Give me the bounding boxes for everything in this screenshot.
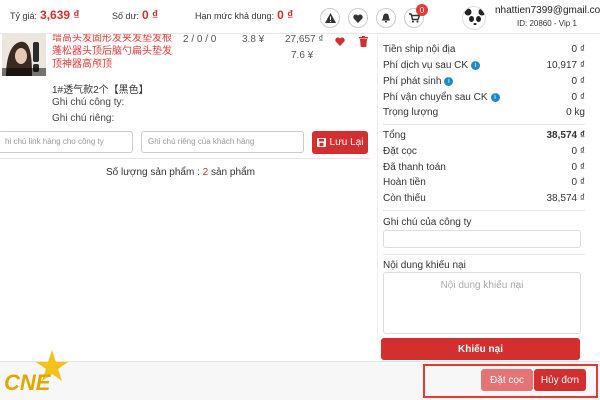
summary-total-row: Tổng 38,574 ₫: [383, 130, 585, 141]
summary-row: Phí phát sinh i 0 ₫: [383, 76, 585, 87]
avatar[interactable]: [462, 6, 486, 30]
floppy-disk-icon: [316, 138, 326, 147]
credit-limit: Hạn mức khả dụng: 0 ₫: [195, 8, 293, 22]
save-label: Lưu Lại: [329, 137, 364, 148]
summary-row: Tiền ship nội địa 0 ₫: [383, 44, 585, 55]
balance: Số dư: 0 ₫: [112, 8, 158, 22]
user-email[interactable]: nhattien7399@gmail.com: [495, 5, 600, 16]
company-note-label: Ghi chú công ty:: [52, 97, 125, 108]
divider: [383, 124, 585, 125]
rate-value: 3,639 ₫: [40, 8, 80, 22]
credit-value: 0 ₫: [277, 8, 294, 22]
divider: [0, 158, 370, 159]
deposit-button[interactable]: Đặt cọc: [481, 369, 533, 391]
summary-row: Đặt cọc 0 ₫: [383, 146, 585, 157]
divider: [383, 254, 585, 255]
top-bar: Tỷ giá: 3,639 ₫ Số dư: 0 ₫ Hạn mức khả dụn…: [0, 0, 600, 34]
warning-icon[interactable]: [320, 8, 340, 28]
complaint-button[interactable]: Khiếu nại: [381, 338, 580, 360]
product-count: Số lượng sản phẩm : 2 sản phẩm: [106, 167, 255, 178]
cancel-order-button[interactable]: Hủy đơn: [534, 369, 586, 391]
product-unit-price: 3.8 ¥: [242, 34, 265, 45]
summary-row: Còn thiếu 38,574 ₫: [383, 193, 585, 204]
save-button[interactable]: Lưu Lại: [312, 131, 368, 154]
product-thumbnail[interactable]: [2, 34, 46, 76]
summary-row: Phí dịch vụ sau CK i 10,917 ₫: [383, 60, 585, 71]
company-link-note-input[interactable]: hi chú link hàng cho công ty: [0, 131, 133, 153]
product-variant: 1#透气款2个【黑色】: [52, 85, 149, 96]
count-suffix: sản phẩm: [210, 167, 255, 178]
info-icon[interactable]: i: [444, 77, 454, 86]
private-note-label: Ghi chú riêng:: [52, 113, 115, 124]
heart-icon[interactable]: [348, 8, 368, 28]
svg-text:CNE: CNE: [4, 370, 52, 395]
balance-label: Số dư:: [112, 11, 140, 21]
company-note-box: [383, 230, 581, 248]
product-name[interactable]: 增高头发固形发夹发垫发根蓬松器头顶后脑勺扁头垫发顶神器高颅顶: [52, 32, 177, 71]
complaint-textarea[interactable]: Nội dung khiếu nại: [383, 272, 581, 334]
rate-label: Tỷ giá:: [10, 11, 38, 21]
customer-note-input[interactable]: Ghi chú riêng của khách hàng: [141, 131, 304, 153]
summary-row: Trọng lượng 0 kg: [383, 107, 585, 118]
exchange-rate: Tỷ giá: 3,639 ₫: [10, 8, 80, 22]
balance-value: 0 ₫: [142, 8, 159, 22]
info-icon[interactable]: i: [490, 93, 500, 102]
product-total-vnd: 27,657 ₫: [285, 34, 324, 45]
trash-icon[interactable]: [359, 36, 368, 50]
cart-badge: 0: [416, 4, 428, 16]
credit-label: Hạn mức khả dụng:: [195, 11, 275, 21]
summary-row: Hoàn tiền 0 ₫: [383, 177, 585, 188]
cne-logo: CNE: [2, 348, 78, 396]
summary-row: Đã thanh toán 0 ₫: [383, 162, 585, 173]
complaint-title: Nội dung khiếu nại: [383, 260, 466, 271]
favorite-heart-icon[interactable]: [335, 37, 345, 49]
company-note-title: Ghi chú của công ty: [383, 217, 472, 228]
bell-icon[interactable]: [376, 8, 396, 28]
summary-row: Phí vận chuyển sau CK i 0 ₫: [383, 92, 585, 103]
divider: [383, 210, 585, 211]
order-summary: Tiền ship nội địa 0 ₫ Phí dịch vụ sau CK i…: [377, 34, 588, 346]
user-id: ID: 20860 - Vip 1: [517, 19, 577, 28]
product-quantity: 2 / 0 / 0: [183, 34, 217, 45]
info-icon[interactable]: i: [471, 61, 481, 70]
product-total-cny: 7.6 ¥: [291, 50, 314, 61]
cart-icon[interactable]: 0: [404, 4, 428, 28]
count-prefix: Số lượng sản phẩm :: [106, 167, 200, 178]
count-value: 2: [202, 167, 209, 178]
